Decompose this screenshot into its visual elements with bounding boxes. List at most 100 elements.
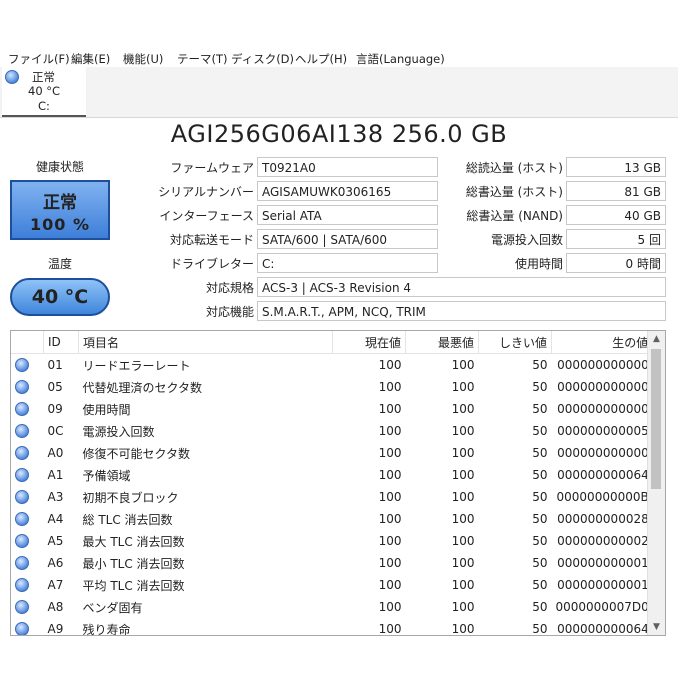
- smart-raw: 000000000001: [557, 578, 649, 592]
- smart-worst: 100: [451, 424, 475, 438]
- disk-model-title: AGI256G06AI138 256.0 GB: [170, 120, 508, 148]
- host-writes-label: 総書込量 (ホスト): [465, 185, 563, 199]
- smart-current: 100: [378, 534, 402, 548]
- smart-table-scrollbar[interactable]: ▲ ▼: [647, 331, 665, 635]
- menu-theme[interactable]: テーマ(T): [177, 51, 228, 67]
- smart-row[interactable]: A3 初期不良ブロック 100 100 50 00000000000B: [11, 486, 653, 508]
- menu-function[interactable]: 機能(U): [123, 51, 163, 67]
- temperature-button[interactable]: 40 °C: [10, 278, 110, 316]
- smart-threshold: 50: [532, 468, 548, 482]
- smart-row[interactable]: A1 予備領域 100 100 50 000000000064: [11, 464, 653, 486]
- smart-row[interactable]: 0C 電源投入回数 100 100 50 000000000005: [11, 420, 653, 442]
- smart-status-cell: [11, 398, 44, 420]
- status-dot-icon: [15, 600, 29, 615]
- status-dot-icon: [15, 424, 29, 439]
- header-current[interactable]: 現在値: [332, 331, 406, 354]
- scroll-down-icon[interactable]: ▼: [648, 619, 665, 635]
- smart-id: A3: [47, 490, 64, 504]
- smart-raw: 000000000000: [557, 446, 649, 460]
- health-status-button[interactable]: 正常 100 %: [10, 180, 110, 240]
- menu-help[interactable]: ヘルプ(H): [295, 51, 347, 67]
- smart-current: 100: [378, 600, 402, 614]
- smart-raw: 000000000002: [557, 534, 649, 548]
- smart-status-cell: [11, 376, 44, 398]
- smart-attribute-name: リードエラーレート: [82, 358, 191, 373]
- interface-label: インターフェース: [159, 209, 254, 223]
- smart-id: A8: [47, 600, 64, 614]
- smart-current: 100: [378, 556, 402, 570]
- health-label: 健康状態: [35, 160, 84, 174]
- smart-raw: 000000000005: [557, 424, 649, 438]
- smart-worst: 100: [451, 490, 475, 504]
- smart-row[interactable]: A4 総 TLC 消去回数 100 100 50 000000000028: [11, 508, 653, 530]
- menu-file[interactable]: ファイル(F): [8, 51, 70, 67]
- smart-attribute-name: 残り寿命: [82, 622, 131, 636]
- header-raw[interactable]: 生の値: [551, 331, 654, 354]
- smart-current: 100: [378, 512, 402, 526]
- status-dot-icon: [15, 358, 29, 373]
- header-threshold[interactable]: しきい値: [478, 331, 552, 354]
- header-status-col[interactable]: [11, 331, 44, 354]
- smart-raw: 00000000000B: [556, 490, 649, 504]
- smart-status-cell: [11, 486, 44, 508]
- smart-id: A4: [47, 512, 64, 526]
- smart-row[interactable]: A9 残り寿命 100 100 50 000000000064: [11, 618, 653, 636]
- smart-row[interactable]: 09 使用時間 100 100 50 000000000000: [11, 398, 653, 420]
- smart-threshold: 50: [532, 358, 548, 372]
- power-on-count-label: 電源投入回数: [490, 233, 563, 247]
- disk-tab-c[interactable]: 正常 40 °C C:: [2, 67, 86, 117]
- serial-label: シリアルナンバー: [158, 185, 254, 199]
- smart-attribute-name: 電源投入回数: [82, 424, 155, 439]
- standard-value: ACS-3 | ACS-3 Revision 4: [257, 277, 666, 297]
- smart-id: 01: [47, 358, 63, 372]
- header-name[interactable]: 項目名: [78, 331, 333, 354]
- smart-worst: 100: [451, 468, 475, 482]
- disk-tab-temp: 40 °C: [28, 84, 61, 98]
- status-dot-icon: [15, 402, 29, 417]
- firmware-value: T0921A0: [257, 157, 438, 177]
- smart-attribute-name: 最大 TLC 消去回数: [82, 534, 185, 549]
- menu-disk[interactable]: ディスク(D): [231, 51, 294, 67]
- smart-worst: 100: [451, 600, 475, 614]
- smart-row[interactable]: A5 最大 TLC 消去回数 100 100 50 000000000002: [11, 530, 653, 552]
- standard-label: 対応規格: [205, 281, 254, 295]
- smart-row[interactable]: A6 最小 TLC 消去回数 100 100 50 000000000001: [11, 552, 653, 574]
- scrollbar-thumb[interactable]: [651, 349, 661, 489]
- smart-attribute-name: 修復不可能セクタ数: [82, 446, 191, 461]
- smart-row[interactable]: 01 リードエラーレート 100 100 50 000000000000: [11, 354, 653, 377]
- smart-attribute-name: 総 TLC 消去回数: [82, 512, 173, 527]
- interface-value: Serial ATA: [257, 205, 438, 225]
- temperature-value: 40 °C: [31, 286, 89, 308]
- smart-row[interactable]: A0 修復不可能セクタ数 100 100 50 000000000000: [11, 442, 653, 464]
- status-dot-icon: [15, 468, 29, 483]
- smart-threshold: 50: [532, 424, 548, 438]
- smart-row[interactable]: A7 平均 TLC 消去回数 100 100 50 000000000001: [11, 574, 653, 596]
- disk-tab-drive: C:: [38, 99, 50, 113]
- smart-id: 0C: [47, 424, 64, 438]
- host-writes-value: 81 GB: [566, 181, 666, 201]
- smart-current: 100: [378, 468, 402, 482]
- header-worst[interactable]: 最悪値: [405, 331, 479, 354]
- smart-id: A5: [47, 534, 64, 548]
- smart-table-panel[interactable]: ID 項目名 現在値 最悪値 しきい値 生の値 01 リードエラーレート 100 10…: [10, 330, 666, 636]
- status-dot-icon: [15, 534, 29, 549]
- scroll-up-icon[interactable]: ▲: [648, 331, 665, 347]
- smart-raw: 000000000000: [557, 358, 649, 372]
- smart-threshold: 50: [532, 402, 548, 416]
- menu-edit[interactable]: 編集(E): [71, 51, 110, 67]
- header-id[interactable]: ID: [43, 331, 79, 354]
- features-value: S.M.A.R.T., APM, NCQ, TRIM: [257, 301, 666, 321]
- smart-attribute-name: 最小 TLC 消去回数: [82, 556, 185, 571]
- smart-row[interactable]: A8 ベンダ固有 100 100 50 0000000007D0: [11, 596, 653, 618]
- power-on-hours-value: 0 時間: [566, 253, 666, 273]
- smart-threshold: 50: [532, 446, 548, 460]
- smart-worst: 100: [451, 446, 475, 460]
- nand-writes-label: 総書込量 (NAND): [466, 209, 563, 223]
- smart-row[interactable]: 05 代替処理済のセクタ数 100 100 50 000000000000: [11, 376, 653, 398]
- status-dot-icon: [15, 556, 29, 571]
- status-dot-icon: [15, 446, 29, 461]
- smart-raw: 000000000001: [557, 556, 649, 570]
- menu-language[interactable]: 言語(Language): [356, 51, 445, 67]
- smart-status-cell: [11, 574, 44, 596]
- smart-raw: 000000000000: [557, 380, 649, 394]
